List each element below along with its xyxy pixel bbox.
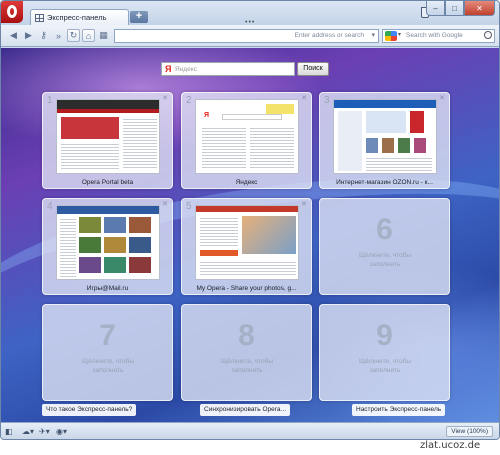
speed-dial-tile-1[interactable]: 1 ✕ Opera Portal beta bbox=[42, 92, 173, 189]
close-icon[interactable]: ✕ bbox=[439, 94, 445, 102]
home-icon[interactable]: ⌂ bbox=[82, 29, 95, 42]
maximize-button[interactable]: □ bbox=[445, 1, 464, 16]
tile-number: 2 bbox=[186, 95, 192, 106]
speed-dial-empty-tile-7[interactable]: 7 Щёлкните, чтобы заполнить bbox=[42, 304, 173, 401]
address-field[interactable]: Enter address or search ▾ bbox=[114, 29, 379, 43]
panel-toggle-icon[interactable]: ◧ bbox=[5, 426, 17, 436]
tile-caption: Интернет-магазин OZON.ru - к... bbox=[336, 179, 433, 186]
yandex-placeholder: Яндекс bbox=[175, 66, 197, 73]
speed-dial-small-icon[interactable]: ▦ bbox=[97, 29, 110, 42]
zoom-control[interactable]: View (100%) bbox=[446, 426, 493, 437]
empty-tile-hint: Щёлкните, чтобы заполнить bbox=[82, 358, 134, 374]
key-icon[interactable]: ⚷ bbox=[37, 29, 50, 42]
tile-number: 6 bbox=[376, 213, 393, 246]
opera-menu-button[interactable] bbox=[1, 1, 23, 23]
tile-number: 7 bbox=[99, 319, 116, 352]
tile-number: 5 bbox=[186, 201, 192, 212]
speed-dial-empty-tile-6[interactable]: 6 Щёлкните, чтобы заполнить bbox=[319, 198, 450, 295]
chevron-down-icon[interactable]: ▾ bbox=[371, 31, 375, 39]
empty-tile-hint: Щёлкните, чтобы заполнить bbox=[359, 252, 411, 268]
chevron-down-icon[interactable]: ▾ bbox=[398, 31, 401, 38]
turbo-icon[interactable]: ✈▾ bbox=[39, 426, 51, 436]
tile-caption: Яндекс bbox=[235, 179, 258, 186]
browser-window: Экспресс-панель + ••• – □ ✕ ◀ ▶ ⚷ » ↻ ⌂ … bbox=[0, 0, 500, 440]
close-icon[interactable]: ✕ bbox=[162, 200, 168, 208]
opera-logo-icon bbox=[7, 5, 17, 18]
back-icon[interactable]: ◀ bbox=[7, 29, 20, 42]
tile-number: 3 bbox=[324, 95, 330, 106]
close-icon[interactable]: ✕ bbox=[301, 200, 307, 208]
page-thumbnail bbox=[56, 205, 160, 280]
page-thumbnail bbox=[56, 99, 160, 174]
google-icon[interactable] bbox=[385, 31, 397, 41]
page-thumbnail bbox=[195, 205, 299, 280]
yandex-search-button[interactable]: Поиск bbox=[297, 62, 329, 76]
speed-dial-tile-3[interactable]: 3 ✕ Интернет-магазин OZON.ru - к... bbox=[319, 92, 450, 189]
speed-dial-empty-tile-8[interactable]: 8 Щёлкните, чтобы заполнить bbox=[181, 304, 312, 401]
search-field[interactable]: ▾ Search with Google bbox=[382, 29, 495, 43]
reload-icon[interactable]: ↻ bbox=[67, 29, 80, 42]
tile-number: 9 bbox=[376, 319, 393, 352]
forward-icon[interactable]: ▶ bbox=[22, 29, 35, 42]
empty-tile-hint: Щёлкните, чтобы заполнить bbox=[359, 358, 411, 374]
tab-label: Экспресс-панель bbox=[47, 13, 107, 22]
tile-number: 4 bbox=[47, 201, 53, 212]
new-tab-button[interactable]: + bbox=[130, 11, 148, 23]
what-is-speed-dial-link[interactable]: Что такое Экспресс-панель? bbox=[42, 404, 137, 416]
cloud-icon[interactable]: ☁▾ bbox=[22, 426, 34, 436]
speed-dial-empty-tile-9[interactable]: 9 Щёлкните, чтобы заполнить bbox=[319, 304, 450, 401]
navigation-toolbar: ◀ ▶ ⚷ » ↻ ⌂ ▦ Enter address or search ▾ … bbox=[1, 25, 499, 47]
sync-opera-link[interactable]: Синхронизировать Opera... bbox=[200, 404, 290, 416]
empty-tile-hint: Щёлкните, чтобы заполнить bbox=[221, 358, 273, 374]
tab-speed-dial[interactable]: Экспресс-панель bbox=[30, 9, 129, 25]
page-thumbnail bbox=[333, 99, 437, 174]
configure-speed-dial-link[interactable]: Настроить Экспресс-панель bbox=[352, 404, 446, 416]
close-icon[interactable]: ✕ bbox=[162, 94, 168, 102]
address-placeholder: Enter address or search bbox=[294, 32, 364, 39]
unite-icon[interactable]: ◉▾ bbox=[56, 426, 68, 436]
window-controls: – □ ✕ bbox=[426, 1, 495, 16]
speed-dial-icon bbox=[35, 13, 44, 22]
speed-dial-tile-5[interactable]: 5 ✕ My Opera - Share your photos, g... bbox=[181, 198, 312, 295]
tile-caption: My Opera - Share your photos, g... bbox=[196, 285, 297, 292]
speed-dial-page: Я Яндекс Поиск 1 ✕ Opera Portal beta 2 ✕… bbox=[1, 48, 499, 422]
speed-dial-tile-4[interactable]: 4 ✕ Игры@Mail.ru bbox=[42, 198, 173, 295]
yandex-logo-icon: Я bbox=[165, 64, 172, 74]
search-icon[interactable] bbox=[484, 31, 492, 39]
tile-number: 1 bbox=[47, 95, 53, 106]
tab-bar: Экспресс-панель + ••• – □ ✕ bbox=[1, 1, 499, 26]
tile-caption: Opera Portal beta bbox=[81, 179, 134, 186]
search-placeholder: Search with Google bbox=[406, 32, 463, 39]
close-button[interactable]: ✕ bbox=[464, 1, 495, 16]
status-bar: ◧ ☁▾ ✈▾ ◉▾ View (100%) bbox=[1, 422, 499, 439]
speed-dial-tile-2[interactable]: 2 ✕ Я Яндекс bbox=[181, 92, 312, 189]
page-thumbnail: Я bbox=[195, 99, 299, 174]
minimize-button[interactable]: – bbox=[426, 1, 445, 16]
close-icon[interactable]: ✕ bbox=[301, 94, 307, 102]
yandex-search-input[interactable]: Я Яндекс bbox=[161, 62, 295, 76]
tile-caption: Игры@Mail.ru bbox=[86, 285, 129, 292]
tile-number: 8 bbox=[238, 319, 255, 352]
watermark-text: zlat.ucoz.de bbox=[420, 440, 481, 451]
fast-forward-icon[interactable]: » bbox=[52, 29, 65, 42]
